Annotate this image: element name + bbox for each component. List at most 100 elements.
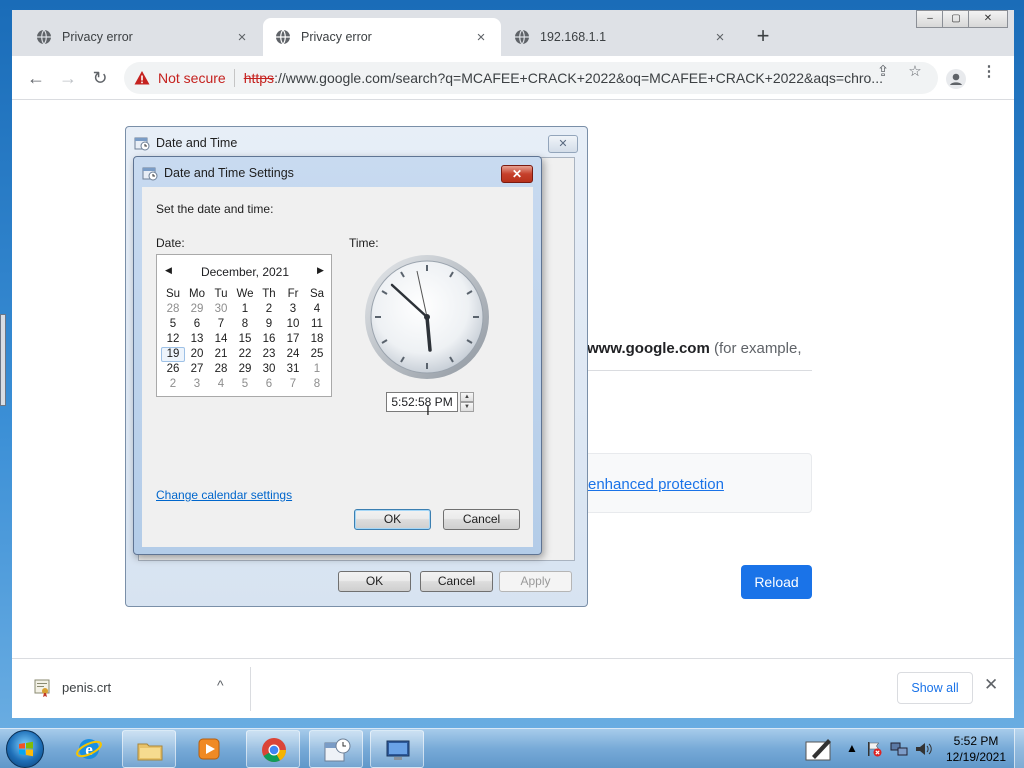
calendar-month-title[interactable]: December, 2021 (157, 265, 333, 279)
ok-button[interactable]: OK (338, 571, 411, 592)
calendar-day[interactable]: 7 (209, 317, 233, 332)
spin-down-icon[interactable]: ▼ (460, 402, 474, 412)
window-close-button[interactable]: ✕ (968, 10, 1008, 28)
calendar-day[interactable]: 27 (185, 362, 209, 377)
back-button[interactable]: ← (22, 64, 50, 92)
calendar-day[interactable]: 6 (185, 317, 209, 332)
calendar-day[interactable]: 8 (305, 377, 329, 392)
pen-tablet-icon[interactable] (804, 736, 834, 762)
profile-avatar-icon[interactable] (946, 69, 966, 89)
calendar-day[interactable]: 14 (209, 332, 233, 347)
taskbar-internet-explorer[interactable]: e (62, 730, 116, 768)
taskbar-media-player[interactable] (182, 730, 236, 768)
calendar-day[interactable]: 6 (257, 377, 281, 392)
minimize-button[interactable]: – (916, 10, 944, 28)
calendar-day[interactable]: 1 (305, 362, 329, 377)
calendar-day[interactable]: 24 (281, 347, 305, 362)
taskbar-date-time[interactable] (309, 730, 363, 768)
dialog-close-button[interactable]: ✕ (501, 165, 533, 183)
calendar-day[interactable]: 8 (233, 317, 257, 332)
calendar-day[interactable]: 4 (305, 302, 329, 317)
calendar[interactable]: December, 2021 ◀ ▶ Su Mo Tu We Th Fr Sa … (156, 254, 332, 397)
tab-close-icon[interactable]: × (473, 29, 489, 46)
ok-button[interactable]: OK (354, 509, 431, 530)
enhanced-protection-link[interactable]: enhanced protection (588, 476, 724, 493)
calendar-day[interactable]: 29 (233, 362, 257, 377)
calendar-day[interactable]: 23 (257, 347, 281, 362)
calendar-day[interactable]: 30 (209, 302, 233, 317)
tray-overflow-chevron[interactable]: ▲ (846, 741, 858, 768)
tab-privacy-error-2[interactable]: Privacy error × (263, 18, 501, 56)
calendar-day[interactable]: 31 (281, 362, 305, 377)
calendar-day[interactable]: 28 (209, 362, 233, 377)
taskbar-clock[interactable]: 5:52 PM 12/19/2021 (942, 733, 1010, 765)
calendar-day[interactable]: 11 (305, 317, 329, 332)
new-tab-button[interactable]: + (750, 24, 776, 50)
calendar-day[interactable]: 28 (161, 302, 185, 317)
spin-up-icon[interactable]: ▲ (460, 392, 474, 402)
calendar-day[interactable]: 3 (185, 377, 209, 392)
calendar-day[interactable]: 16 (257, 332, 281, 347)
tab-close-icon[interactable]: × (234, 29, 250, 46)
calendar-day[interactable]: 12 (161, 332, 185, 347)
calendar-day[interactable]: 1 (233, 302, 257, 317)
calendar-day[interactable]: 18 (305, 332, 329, 347)
forward-button[interactable]: → (54, 64, 82, 92)
calendar-day[interactable]: 4 (209, 377, 233, 392)
calendar-day[interactable]: 3 (281, 302, 305, 317)
calendar-day[interactable]: 30 (257, 362, 281, 377)
calendar-next-icon[interactable]: ▶ (317, 265, 324, 276)
tab-router[interactable]: 192.168.1.1 × (502, 18, 740, 56)
change-calendar-settings-link[interactable]: Change calendar settings (156, 488, 292, 502)
calendar-day[interactable]: 2 (257, 302, 281, 317)
taskbar-chrome[interactable] (246, 730, 300, 768)
not-secure-label[interactable]: Not secure (158, 70, 226, 86)
calendar-day[interactable]: 15 (233, 332, 257, 347)
reload-icon-button[interactable]: ↻ (86, 64, 114, 92)
calendar-day[interactable]: 29 (185, 302, 209, 317)
download-file-name[interactable]: penis.crt (62, 680, 111, 695)
calendar-day[interactable]: 17 (281, 332, 305, 347)
bookmark-star-icon[interactable]: ☆ (906, 63, 924, 81)
chevron-up-icon[interactable]: ^ (217, 677, 224, 693)
browser-toolbar: ← → ↻ Not secure https ://www.google.com… (12, 56, 1014, 100)
taskbar-file-explorer[interactable] (122, 730, 176, 768)
calendar-day[interactable]: 20 (185, 347, 209, 362)
calendar-day[interactable]: 7 (281, 377, 305, 392)
calendar-day[interactable]: 25 (305, 347, 329, 362)
calendar-day[interactable]: 13 (185, 332, 209, 347)
settings-client-area: Set the date and time: Date: Time: Decem… (142, 187, 533, 547)
download-bar: penis.crt ^ Show all ✕ (12, 658, 1014, 718)
share-icon[interactable]: ⇪ (874, 63, 892, 81)
calendar-day[interactable]: 26 (161, 362, 185, 377)
calendar-day-selected[interactable]: 19 (161, 347, 185, 362)
apply-button[interactable]: Apply (499, 571, 572, 592)
time-spinner[interactable]: ▲ ▼ (460, 392, 474, 412)
calendar-day[interactable]: 22 (233, 347, 257, 362)
taskbar-remote-desktop[interactable] (370, 730, 424, 768)
calendar-prev-icon[interactable]: ◀ (165, 265, 172, 276)
show-all-button[interactable]: Show all (897, 672, 973, 704)
cancel-button[interactable]: Cancel (420, 571, 493, 592)
calendar-day[interactable]: 21 (209, 347, 233, 362)
action-center-flag-icon[interactable] (866, 741, 882, 757)
address-bar[interactable]: Not secure https ://www.google.com/searc… (124, 62, 938, 94)
show-desktop-button[interactable] (1014, 729, 1024, 768)
close-downloads-icon[interactable]: ✕ (984, 675, 998, 695)
calendar-day[interactable]: 9 (257, 317, 281, 332)
kebab-menu-icon[interactable]: ⋮ (980, 63, 998, 81)
tab-privacy-error-1[interactable]: Privacy error × (24, 18, 262, 56)
calendar-day[interactable]: 5 (233, 377, 257, 392)
dialog-close-button[interactable]: ✕ (548, 135, 578, 153)
start-button[interactable] (6, 730, 44, 768)
network-icon[interactable] (890, 741, 908, 757)
volume-icon[interactable] (914, 741, 932, 757)
cancel-button[interactable]: Cancel (443, 509, 520, 530)
calendar-day[interactable]: 2 (161, 377, 185, 392)
calendar-day[interactable]: 10 (281, 317, 305, 332)
maximize-button[interactable]: ▢ (942, 10, 970, 28)
reload-button[interactable]: Reload (741, 565, 812, 599)
tab-close-icon[interactable]: × (712, 29, 728, 46)
calendar-day[interactable]: 5 (161, 317, 185, 332)
time-input[interactable]: 5:52:58 PM (386, 392, 458, 412)
